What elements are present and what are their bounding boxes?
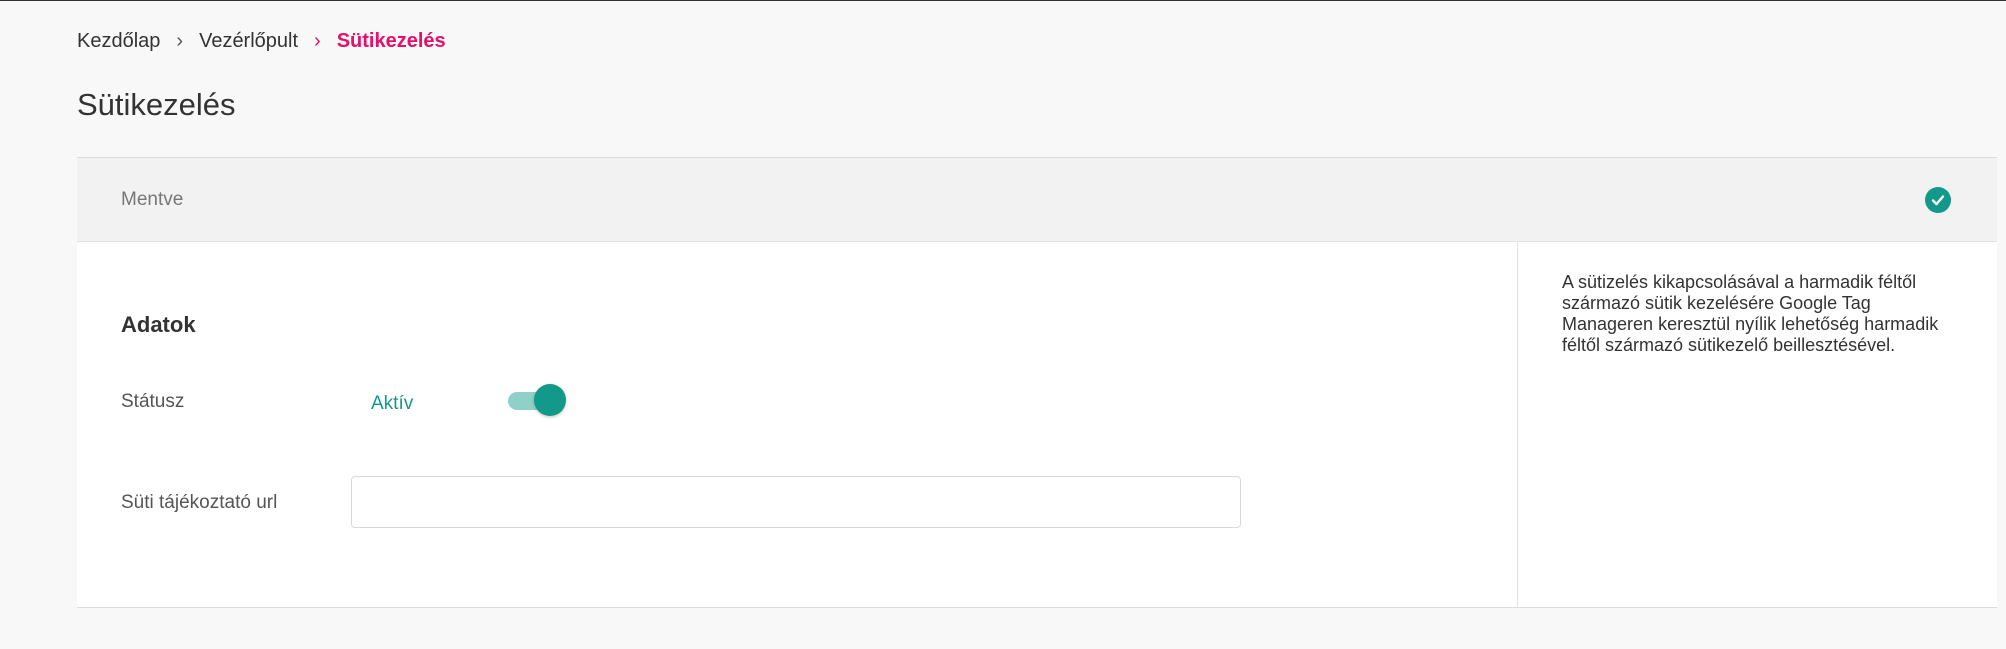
chevron-right-icon: ›	[176, 30, 184, 52]
status-label: Státusz	[121, 391, 185, 412]
toggle-knob	[534, 384, 566, 416]
status-toggle[interactable]	[508, 384, 566, 416]
breadcrumb-item-current: Sütikezelés	[336, 30, 446, 52]
cookie-info-url-label: Süti tájékoztató url	[121, 492, 278, 513]
saved-status-bar: Mentve	[77, 158, 1997, 242]
saved-status-label: Mentve	[121, 188, 184, 210]
check-circle-icon	[1925, 186, 1951, 213]
help-text: A sütizelés kikapcsolásával a harmadik f…	[1562, 272, 1939, 355]
breadcrumb-item-home[interactable]: Kezdőlap	[77, 30, 160, 53]
help-column: A sütizelés kikapcsolásával a harmadik f…	[1518, 242, 1997, 607]
cookie-info-url-row: Süti tájékoztató url	[121, 476, 1321, 530]
page-title: Sütikezelés	[77, 87, 236, 122]
status-row: Státusz Aktív	[121, 382, 621, 422]
cookie-info-url-input[interactable]	[351, 476, 1241, 528]
breadcrumb-item-dashboard[interactable]: Vezérlőpult	[199, 30, 298, 53]
settings-card: Mentve Adatok Státusz Aktív Süti tájékoz…	[77, 157, 1997, 608]
section-title: Adatok	[121, 312, 196, 337]
form-column: Adatok Státusz Aktív Süti tájékoztató ur…	[77, 242, 1518, 607]
breadcrumb: Kezdőlap › Vezérlőpult › Sütikezelés	[77, 30, 446, 53]
chevron-right-icon: ›	[314, 30, 321, 52]
card-body: Adatok Státusz Aktív Süti tájékoztató ur…	[77, 242, 1997, 607]
status-value: Aktív	[371, 393, 414, 414]
